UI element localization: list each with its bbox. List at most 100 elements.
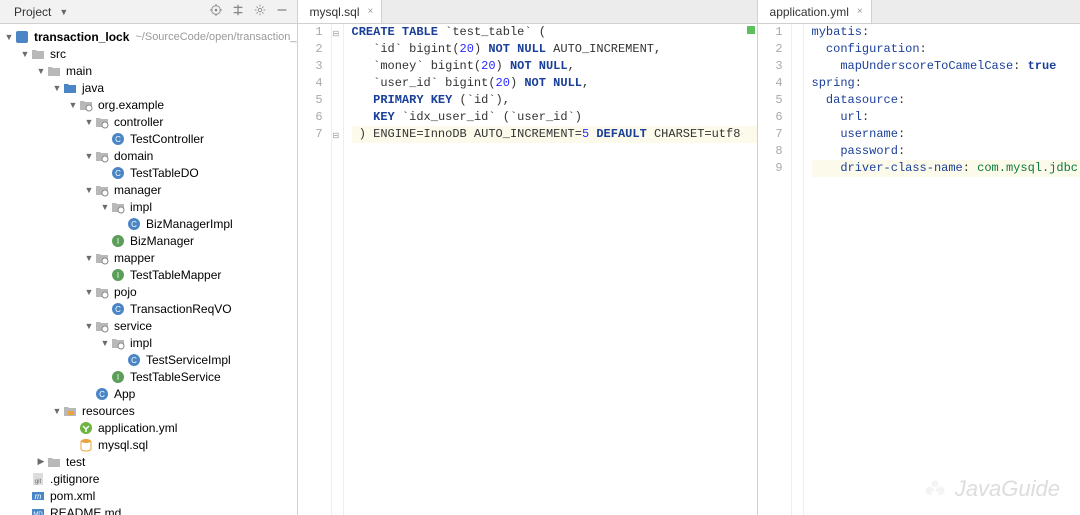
expand-icon[interactable] (231, 3, 245, 20)
tree-item[interactable]: CTestController (0, 130, 297, 147)
arrow-icon[interactable]: ▼ (52, 406, 62, 416)
arrow-icon[interactable]: ▼ (84, 117, 94, 127)
code-line[interactable]: password: (812, 143, 1080, 160)
code-line[interactable]: configuration: (812, 41, 1080, 58)
pkg-icon (110, 199, 126, 215)
tree-item[interactable]: ▼impl (0, 198, 297, 215)
svg-text:C: C (115, 169, 121, 178)
tree-item[interactable]: CTestTableDO (0, 164, 297, 181)
arrow-down-icon[interactable]: ▼ (4, 32, 14, 42)
root-label: transaction_lock (34, 30, 129, 44)
tree-item[interactable]: ▼controller (0, 113, 297, 130)
tab-mysql-sql[interactable]: mysql.sql × (298, 0, 383, 23)
class-icon: C (126, 216, 142, 232)
class-icon: C (126, 352, 142, 368)
tree-item[interactable]: ITestTableMapper (0, 266, 297, 283)
arrow-icon[interactable]: ▼ (84, 321, 94, 331)
sql-icon (78, 437, 94, 453)
tab-bar-left: mysql.sql × (298, 0, 757, 24)
tree-item[interactable]: MDREADME.md (0, 504, 297, 515)
tree-item[interactable]: git.gitignore (0, 470, 297, 487)
tree-item[interactable]: ▼resources (0, 402, 297, 419)
close-icon[interactable]: × (857, 6, 863, 17)
close-icon[interactable]: × (368, 6, 374, 17)
code-line[interactable]: PRIMARY KEY (`id`), (352, 92, 757, 109)
class-icon: C (110, 131, 126, 147)
code-line[interactable]: url: (812, 109, 1080, 126)
code-line[interactable]: `id` bigint(20) NOT NULL AUTO_INCREMENT, (352, 41, 757, 58)
tree-item[interactable]: ▼src (0, 45, 297, 62)
tree-item[interactable]: ▼pojo (0, 283, 297, 300)
arrow-icon[interactable]: ▼ (100, 338, 110, 348)
code-area-left[interactable]: 1234567 ⊟⊟ CREATE TABLE `test_table` ( `… (298, 24, 757, 515)
tree-item[interactable]: ▼org.example (0, 96, 297, 113)
tree-label: TestTableMapper (130, 268, 221, 282)
arrow-icon[interactable]: ▼ (100, 202, 110, 212)
code-line[interactable]: username: (812, 126, 1080, 143)
arrow-icon[interactable]: ▼ (36, 66, 46, 76)
chevron-down-icon[interactable]: ▼ (59, 7, 68, 17)
tree-label: impl (130, 336, 152, 350)
folder-blue-icon (62, 80, 78, 96)
code-line[interactable]: ) ENGINE=InnoDB AUTO_INCREMENT=5 DEFAULT… (352, 126, 757, 143)
folder-res-icon (62, 403, 78, 419)
arrow-icon[interactable]: ▼ (20, 49, 30, 59)
fold-icon[interactable]: ⊟ (333, 26, 340, 43)
arrow-icon[interactable]: ▼ (84, 185, 94, 195)
module-icon (14, 29, 30, 45)
line-number: 2 (758, 41, 783, 58)
locate-icon[interactable] (209, 3, 223, 20)
tree-root[interactable]: ▼ transaction_lock ~/SourceCode/open/tra… (0, 28, 297, 45)
tree-item[interactable]: ▼main (0, 62, 297, 79)
arrow-icon[interactable]: ▼ (84, 287, 94, 297)
tree-item[interactable]: ▼manager (0, 181, 297, 198)
tree-item[interactable]: CTestServiceImpl (0, 351, 297, 368)
tree-item[interactable]: IBizManager (0, 232, 297, 249)
tree-label: App (114, 387, 135, 401)
code-line[interactable]: datasource: (812, 92, 1080, 109)
code-line[interactable]: `money` bigint(20) NOT NULL, (352, 58, 757, 75)
line-number: 2 (298, 41, 323, 58)
tree-item[interactable]: ▼domain (0, 147, 297, 164)
code-line[interactable]: mybatis: (812, 24, 1080, 41)
sidebar-title[interactable]: Project (14, 5, 51, 19)
tree-item[interactable]: ITestTableService (0, 368, 297, 385)
tree-item[interactable]: ▼ impl (0, 334, 297, 351)
code-lines-right[interactable]: mybatis: configuration: mapUnderscoreToC… (804, 24, 1080, 515)
code-lines-left[interactable]: CREATE TABLE `test_table` ( `id` bigint(… (344, 24, 757, 515)
tree-item[interactable]: mpom.xml (0, 487, 297, 504)
arrow-icon[interactable]: ▼ (68, 100, 78, 110)
pkg-icon (94, 148, 110, 164)
tree-item[interactable]: ▼service (0, 317, 297, 334)
tree-item[interactable]: C BizManagerImpl (0, 215, 297, 232)
tree-item[interactable]: C App (0, 385, 297, 402)
code-line[interactable]: mapUnderscoreToCamelCase: true (812, 58, 1080, 75)
minimize-icon[interactable] (275, 3, 289, 20)
arrow-icon[interactable]: ▼ (52, 83, 62, 93)
fold-end-icon[interactable]: ⊟ (333, 128, 340, 145)
svg-text:C: C (99, 390, 105, 399)
code-line[interactable]: spring: (812, 75, 1080, 92)
tree-item[interactable]: CTransactionReqVO (0, 300, 297, 317)
code-area-right[interactable]: 123456789 mybatis: configuration: mapUnd… (758, 24, 1080, 515)
code-line[interactable]: `user_id` bigint(20) NOT NULL, (352, 75, 757, 92)
arrow-icon[interactable]: ▼ (84, 151, 94, 161)
interface-icon: I (110, 233, 126, 249)
tree-item[interactable]: ▼mapper (0, 249, 297, 266)
tree-item[interactable]: ▶ test (0, 453, 297, 470)
arrow-icon[interactable]: ▼ (84, 253, 94, 263)
tree-label: BizManagerImpl (146, 217, 233, 231)
tree-item[interactable]: application.yml (0, 419, 297, 436)
tree-item[interactable]: mysql.sql (0, 436, 297, 453)
line-number: 5 (298, 92, 323, 109)
tab-application-yml[interactable]: application.yml × (758, 0, 872, 23)
tree-label: test (66, 455, 85, 469)
project-tree[interactable]: ▼ transaction_lock ~/SourceCode/open/tra… (0, 24, 297, 515)
gear-icon[interactable] (253, 3, 267, 20)
arrow-icon[interactable]: ▶ (36, 456, 46, 467)
code-line[interactable]: driver-class-name: com.mysql.jdbc.Driver (812, 160, 1080, 177)
tree-item[interactable]: ▼java (0, 79, 297, 96)
code-line[interactable]: KEY `idx_user_id` (`user_id`) (352, 109, 757, 126)
code-line[interactable]: CREATE TABLE `test_table` ( (352, 24, 757, 41)
line-number: 6 (298, 109, 323, 126)
